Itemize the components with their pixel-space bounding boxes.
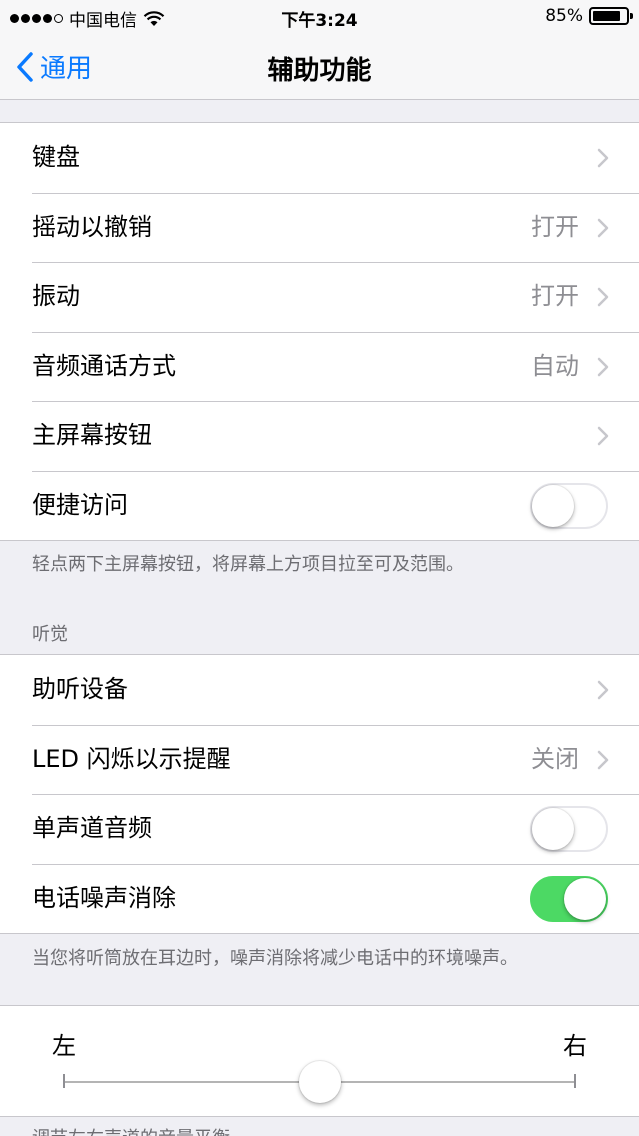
reachability-toggle[interactable]	[530, 482, 608, 529]
hearing-section-header: 听觉	[32, 624, 68, 645]
balance-slider-thumb[interactable]	[298, 1061, 341, 1103]
row-home-button[interactable]: 主屏幕按钮	[0, 401, 639, 471]
row-call-audio-routing[interactable]: 音频通话方式 自动	[0, 331, 639, 402]
hearing-settings-group: 助听设备 LED 闪烁以示提醒 关闭 单声道音频 电话噪声消除	[0, 654, 639, 934]
chevron-right-icon	[597, 218, 609, 237]
slider-tick-right	[574, 1074, 576, 1088]
balance-right-label: 右	[563, 1032, 587, 1060]
chevron-right-icon	[597, 287, 609, 307]
row-value: 关闭	[531, 744, 579, 773]
row-label: 电话噪声消除	[32, 883, 176, 912]
row-value: 打开	[531, 282, 579, 310]
toggle-knob	[532, 808, 574, 850]
row-reachability: 便捷访问	[0, 470, 639, 541]
reachability-footer: 轻点两下主屏幕按钮，将屏幕上方项目拉至可及范围。	[32, 554, 464, 575]
row-value: 自动	[531, 351, 579, 380]
slider-tick-left	[63, 1074, 65, 1088]
signal-strength-icon	[10, 14, 63, 23]
battery-icon	[589, 7, 633, 25]
row-label: 助听设备	[32, 675, 128, 703]
row-led-flash-alerts[interactable]: LED 闪烁以示提醒 关闭	[0, 724, 639, 795]
row-shake-to-undo[interactable]: 摇动以撤销 打开	[0, 192, 639, 263]
row-label: 键盘	[32, 143, 80, 171]
chevron-right-icon	[597, 148, 609, 168]
noise-cancellation-footer: 当您将听筒放在耳边时，噪声消除将减少电话中的环境噪声。	[32, 948, 518, 969]
audio-balance-cell: 左 右	[0, 1005, 639, 1117]
row-vibration[interactable]: 振动 打开	[0, 262, 639, 332]
status-left: 中国电信	[10, 6, 165, 31]
row-mono-audio: 单声道音频	[0, 794, 639, 864]
back-label: 通用	[40, 54, 93, 84]
back-button[interactable]: 通用	[16, 48, 92, 85]
row-label: 音频通话方式	[32, 351, 176, 380]
chevron-right-icon	[597, 426, 609, 446]
wifi-icon	[143, 10, 165, 26]
battery-fill	[593, 11, 621, 21]
row-label: 单声道音频	[32, 814, 152, 842]
status-bar: 中国电信 下午3:24 85%	[0, 0, 639, 34]
carrier-name: 中国电信	[69, 11, 137, 31]
balance-left-label: 左	[52, 1032, 76, 1060]
mono-audio-toggle[interactable]	[530, 806, 608, 852]
interaction-settings-group: 键盘 摇动以撤销 打开 振动 打开 音频通话方式 自动 主屏幕按钮 便捷访问	[0, 122, 639, 541]
chevron-left-icon	[17, 51, 33, 82]
row-keyboard[interactable]: 键盘	[0, 123, 639, 193]
row-label: 便捷访问	[32, 490, 128, 519]
navigation-bar: 通用 辅助功能	[0, 34, 639, 100]
balance-footer: 调节左右声道的音量平衡。	[32, 1124, 248, 1136]
row-value: 打开	[531, 212, 579, 241]
chevron-right-icon	[597, 680, 609, 700]
row-hearing-devices[interactable]: 助听设备	[0, 655, 639, 725]
row-phone-noise-cancellation: 电话噪声消除	[0, 863, 639, 934]
chevron-right-icon	[597, 750, 609, 769]
toggle-knob	[564, 877, 606, 920]
row-label: 摇动以撤销	[32, 212, 152, 241]
row-label: 振动	[32, 282, 80, 310]
toggle-knob	[532, 484, 574, 527]
row-label: LED 闪烁以示提醒	[32, 744, 231, 773]
page-title: 辅助功能	[267, 56, 372, 86]
noise-cancellation-toggle[interactable]	[530, 875, 608, 922]
chevron-right-icon	[597, 357, 609, 376]
battery-percent: 85%	[545, 6, 583, 26]
status-right: 85%	[545, 6, 633, 26]
row-label: 主屏幕按钮	[32, 421, 152, 449]
